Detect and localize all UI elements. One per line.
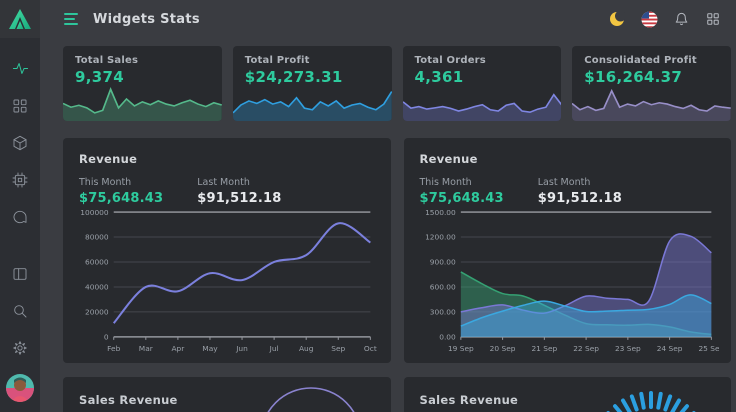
svg-text:Oct: Oct [364, 344, 377, 353]
sparkline-chart [572, 84, 731, 121]
this-month-label: This Month [420, 177, 504, 188]
stat-label: Consolidated Profit [584, 55, 719, 66]
svg-text:Apr: Apr [171, 344, 185, 353]
sales-revenue-card-2[interactable]: Sales Revenue $9,641.26 [404, 377, 732, 412]
svg-text:1500.00: 1500.00 [425, 208, 456, 217]
svg-text:600.00: 600.00 [429, 283, 455, 292]
stat-card-consolidated-profit[interactable]: Consolidated Profit $16,264.37 [572, 46, 731, 121]
stat-label: Total Sales [75, 55, 210, 66]
this-month-label: This Month [79, 177, 163, 188]
svg-text:22 Sep: 22 Sep [573, 344, 599, 353]
svg-text:Feb: Feb [107, 344, 120, 353]
stat-card-total-sales[interactable]: Total Sales 9,374 [63, 46, 222, 121]
cpu-chip-icon [12, 172, 28, 188]
main-content: Total Sales 9,374 Total Profit $24,273.3… [40, 38, 736, 412]
search-icon [12, 303, 28, 319]
package-box-icon [12, 135, 28, 151]
svg-text:Sep: Sep [331, 344, 345, 353]
svg-text:Mar: Mar [139, 344, 154, 353]
panel-title: Revenue [420, 152, 718, 166]
svg-text:19 Sep: 19 Sep [447, 344, 473, 353]
sales-revenue-card-1[interactable]: Sales Revenue $9,641.26 [63, 377, 391, 412]
sidebar-item-system[interactable] [0, 161, 40, 198]
user-profile[interactable] [0, 366, 40, 410]
sidebar-item-layout[interactable] [0, 255, 40, 292]
sidebar-item-search[interactable] [0, 292, 40, 329]
svg-text:100000: 100000 [80, 208, 109, 217]
user-avatar [6, 374, 34, 402]
svg-text:80000: 80000 [85, 233, 109, 242]
svg-text:0: 0 [104, 333, 109, 342]
svg-text:23 Sep: 23 Sep [614, 344, 640, 353]
svg-text:21 Sep: 21 Sep [531, 344, 557, 353]
svg-text:Jun: Jun [235, 344, 248, 353]
svg-text:1200.00: 1200.00 [425, 233, 456, 242]
panel-title: Revenue [79, 152, 377, 166]
sparkline-chart [63, 84, 222, 121]
svg-text:25 Sep: 25 Sep [698, 344, 719, 353]
chat-bubble-icon [12, 209, 28, 225]
sidebar-item-activity[interactable] [0, 50, 40, 87]
sparkline-chart [233, 84, 392, 121]
last-month-label: Last Month [197, 177, 281, 188]
svg-text:20 Sep: 20 Sep [489, 344, 515, 353]
revenue-charts-row: Revenue This Month $75,648.43 Last Month… [63, 138, 731, 363]
language-flag-icon[interactable] [640, 10, 658, 28]
tick-gauge-chart [583, 377, 713, 412]
last-month-label: Last Month [538, 177, 622, 188]
sidebar [0, 0, 40, 412]
settings-gear-icon [12, 340, 28, 356]
svg-text:Aug: Aug [299, 344, 314, 353]
svg-text:20000: 20000 [85, 308, 109, 317]
svg-text:0.00: 0.00 [439, 333, 456, 342]
notifications-bell-icon[interactable] [672, 10, 690, 28]
top-header: Widgets Stats [40, 0, 736, 38]
revenue-panel-daily: Revenue This Month $75,648.43 Last Month… [404, 138, 732, 363]
svg-text:300.00: 300.00 [429, 308, 455, 317]
sidebar-item-dashboard[interactable] [0, 87, 40, 124]
app-logo[interactable] [0, 0, 40, 38]
activity-icon [12, 60, 29, 77]
dashboard-grid-icon [12, 98, 28, 114]
area-chart-daily-revenue[interactable]: 0.00 300.00 600.00 900.00 1200.00 1500.00 19 S… [414, 204, 720, 357]
stat-label: Total Orders [415, 55, 550, 66]
layout-columns-icon [12, 266, 28, 282]
line-chart-monthly-revenue[interactable]: 0 20000 40000 60000 80000 100000 Feb Mar Apr May J… [73, 204, 379, 357]
svg-text:60000: 60000 [85, 258, 109, 267]
sparkline-chart [403, 84, 562, 121]
stat-label: Total Profit [245, 55, 380, 66]
svg-text:Jul: Jul [269, 344, 279, 353]
svg-text:May: May [202, 344, 218, 353]
svg-text:24 Sep: 24 Sep [656, 344, 682, 353]
sidebar-item-settings[interactable] [0, 329, 40, 366]
stat-cards-row: Total Sales 9,374 Total Profit $24,273.3… [63, 46, 731, 121]
stat-card-total-orders[interactable]: Total Orders 4,361 [403, 46, 562, 121]
svg-text:40000: 40000 [85, 283, 109, 292]
arc-gauge-chart [243, 377, 373, 412]
sidebar-item-packages[interactable] [0, 124, 40, 161]
sidebar-item-messages[interactable] [0, 198, 40, 235]
stat-card-total-profit[interactable]: Total Profit $24,273.31 [233, 46, 392, 121]
page-title: Widgets Stats [93, 12, 200, 27]
apps-grid-icon[interactable] [704, 10, 722, 28]
menu-icon[interactable] [64, 13, 80, 25]
svg-text:900.00: 900.00 [429, 258, 455, 267]
logo-triangle-icon [8, 8, 32, 30]
sales-revenue-row: Sales Revenue $9,641.26 Sales Revenue $9… [63, 377, 731, 412]
revenue-panel-monthly: Revenue This Month $75,648.43 Last Month… [63, 138, 391, 363]
theme-moon-icon[interactable] [608, 10, 626, 28]
